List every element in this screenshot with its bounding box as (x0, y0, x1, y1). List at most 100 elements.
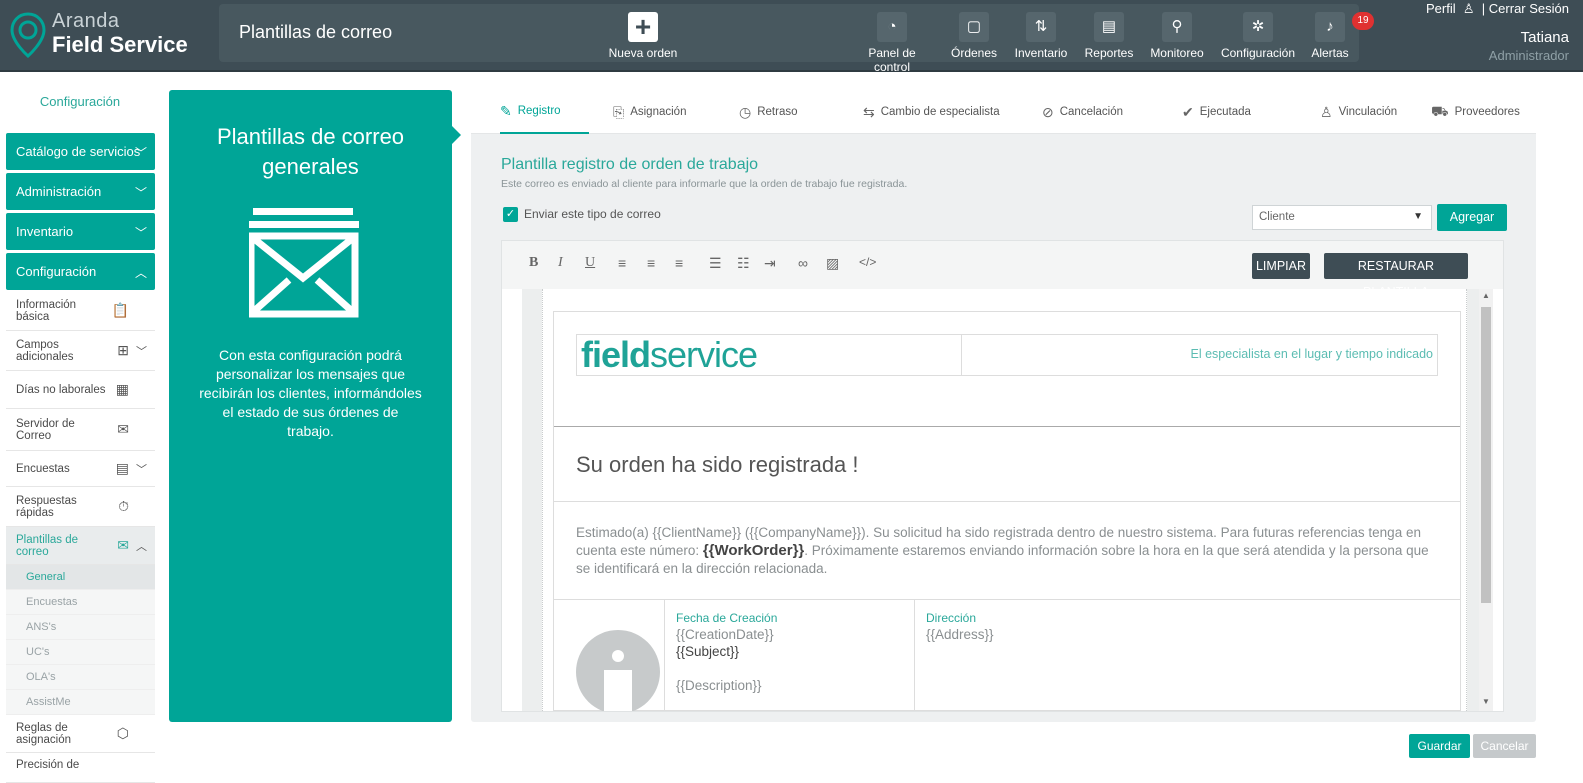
section-label: Inventario (16, 224, 74, 239)
tab-proveedores[interactable]: ⛟ Proveedores (1431, 90, 1520, 134)
sidebar-item-basic-info[interactable]: Información básica 📋 (6, 291, 155, 331)
chevron-down-icon: ﹀ (136, 345, 147, 358)
scroll-down-icon[interactable]: ▼ (1482, 697, 1490, 706)
inventory-icon: ⇅ (1026, 12, 1056, 42)
brand-top: Aranda (52, 10, 120, 32)
sidebar-item-mail-server[interactable]: Servidor de Correo ✉ (6, 409, 155, 451)
tab-cancelacion[interactable]: ⊘ Cancelación (1042, 90, 1123, 134)
sidebar-item-quick-responses[interactable]: Respuestas rápidas ⏱ (6, 487, 155, 527)
bullet-list-icon[interactable]: ☰ (709, 255, 722, 272)
scroll-up-icon[interactable]: ▲ (1482, 291, 1490, 300)
item-label: Información básica (16, 298, 77, 323)
tab-label: Registro (517, 105, 561, 117)
top-bar: Aranda Field Service Plantillas de corre… (0, 0, 1583, 74)
nav-alerts[interactable]: ♪ Alertas 19 (1308, 12, 1374, 60)
item-label: Encuestas (16, 462, 70, 475)
save-button[interactable]: Guardar (1409, 734, 1470, 758)
user-area: Perfil ♙ | Cerrar Sesión Tatiana Adminis… (1426, 0, 1569, 63)
send-email-label: Enviar este tipo de correo (524, 207, 661, 221)
tab-vinculacion[interactable]: ♙ Vinculación (1320, 90, 1397, 134)
new-order-button[interactable]: + Nueva orden (605, 12, 681, 60)
sidebar-subitem-uc[interactable]: UC's (6, 640, 155, 665)
recipient-select[interactable]: Cliente ▼ (1252, 205, 1432, 230)
nav-reports[interactable]: ▤ Reportes (1082, 12, 1136, 60)
editor-scrollbar[interactable]: ▲ ▼ (1479, 289, 1493, 711)
logout-link[interactable]: Cerrar Sesión (1489, 1, 1569, 16)
clear-button[interactable]: LIMPIAR (1252, 253, 1310, 279)
align-left-icon[interactable]: ≡ (618, 255, 626, 271)
tab-ejecutada[interactable]: ✔ Ejecutada (1182, 90, 1251, 134)
email-tagline: El especialista en el lugar y tiempo ind… (1190, 347, 1434, 361)
envelope-icon: ✉ (117, 421, 129, 437)
nav-label: Alertas (1311, 46, 1349, 60)
sidebar-item-additional-fields[interactable]: Campos adicionales ⊞ ﹀ (6, 331, 155, 371)
section-label: Catálogo de servicios (16, 144, 141, 159)
sidebar-title: Configuración (39, 94, 121, 109)
tab-cambio-especialista[interactable]: ⇆ Cambio de especialista (863, 90, 1000, 134)
tab-registro[interactable]: ✎ Registro (500, 90, 589, 134)
email-header: fieldservice El especialista en el lugar… (576, 334, 1438, 376)
align-center-icon[interactable]: ≡ (647, 255, 655, 271)
orders-icon: ▢ (959, 12, 989, 42)
sidebar-section-catalog[interactable]: Catálogo de servicios ﹀ (6, 133, 155, 170)
nav-inventory[interactable]: ⇅ Inventario (1011, 12, 1071, 60)
align-right-icon[interactable]: ≡ (675, 255, 683, 271)
sidebar-section-configuration[interactable]: Configuración ︿ (6, 253, 155, 290)
sidebar-subitem-surveys[interactable]: Encuestas (6, 590, 155, 615)
dashboard-icon: ◔ (877, 12, 907, 42)
template-heading: Plantilla registro de orden de trabajo (501, 156, 759, 173)
send-email-checkbox[interactable]: ✓ (503, 207, 518, 222)
item-label: Campos adicionales (16, 338, 74, 363)
sidebar-item-surveys[interactable]: Encuestas ▤ ﹀ (6, 451, 155, 487)
indent-icon[interactable]: ⇥ (764, 255, 776, 272)
sidebar-item-precision[interactable]: Precisión de (6, 753, 155, 783)
nav-dashboard[interactable]: ◔ Panel de control (849, 12, 935, 74)
profile-link[interactable]: Perfil (1426, 1, 1456, 16)
sidebar-subitem-general[interactable]: General (6, 565, 155, 590)
scrollbar-thumb[interactable] (1481, 307, 1491, 603)
logo-bold: field (581, 334, 651, 375)
delay-icon: ◷ (739, 103, 752, 120)
italic-icon[interactable]: I (558, 255, 563, 271)
image-icon[interactable]: ▨ (826, 255, 839, 272)
rich-text-editor: B I U ≡ ≡ ≡ ☰ ☷ ⇥ ∞ ▨ </> LIMPIAR RESTAU… (501, 240, 1504, 712)
underline-icon[interactable]: U (585, 255, 595, 271)
tab-label: Cancelación (1059, 106, 1124, 118)
bold-icon[interactable]: B (529, 255, 538, 271)
code-icon[interactable]: </> (859, 255, 876, 269)
cancel-button[interactable]: Cancelar (1473, 734, 1536, 758)
sidebar-section-inventory[interactable]: Inventario ﹀ (6, 213, 155, 250)
chevron-down-icon: ﹀ (136, 463, 147, 476)
sidebar-subitem-ola[interactable]: OLA's (6, 665, 155, 690)
sidebar-subitem-assistme[interactable]: AssistMe (6, 690, 155, 715)
app-logo[interactable]: Aranda Field Service (10, 8, 210, 64)
user-role: Administrador (1488, 48, 1569, 63)
template-subheading: Este correo es enviado al cliente para i… (501, 178, 908, 190)
nav-orders[interactable]: ▢ Órdenes (949, 12, 999, 60)
nav-label: Panel de control (868, 46, 916, 74)
sidebar-item-mail-templates[interactable]: Plantillas de correo ✉ ︿ (6, 527, 155, 565)
nav-label: Monitoreo (1150, 46, 1204, 60)
editor-canvas[interactable]: fieldservice El especialista en el lugar… (522, 289, 1482, 711)
template-tabs: ✎ Registro ⎘ Asignación ◷ Retraso ⇆ Cambio d… (471, 90, 1536, 134)
numbered-list-icon[interactable]: ☷ (737, 255, 750, 272)
tab-retraso[interactable]: ◷ Retraso (739, 90, 798, 134)
sidebar-item-assignment-rules[interactable]: Reglas de asignación ⬡ (6, 715, 155, 753)
add-button[interactable]: Agregar (1437, 204, 1507, 231)
truck-icon: ⛟ (1431, 102, 1449, 119)
specialist-change-icon: ⇆ (863, 103, 875, 120)
created-label: Fecha de Creación (676, 611, 778, 625)
tab-label: Retraso (757, 106, 798, 118)
sidebar-subitem-ans[interactable]: ANS's (6, 615, 155, 640)
item-label: Precisión de (16, 759, 80, 771)
sidebar-item-non-working-days[interactable]: Días no laborales ▦ (6, 371, 155, 409)
restore-template-button[interactable]: RESTAURAR PLANTILLA (1324, 253, 1468, 299)
user-name: Tatiana (1520, 29, 1569, 46)
panel-description: Con esta configuración podrá personaliza… (199, 347, 422, 439)
tab-asignacion[interactable]: ⎘ Asignación (613, 90, 686, 134)
nav-configuration[interactable]: ✲ Configuración (1220, 12, 1296, 60)
link-icon[interactable]: ∞ (798, 255, 808, 271)
nav-monitoring[interactable]: ⚲ Monitoreo (1148, 12, 1206, 60)
gear-icon: ✲ (1243, 12, 1273, 42)
sidebar-section-administration[interactable]: Administración ﹀ (6, 173, 155, 210)
